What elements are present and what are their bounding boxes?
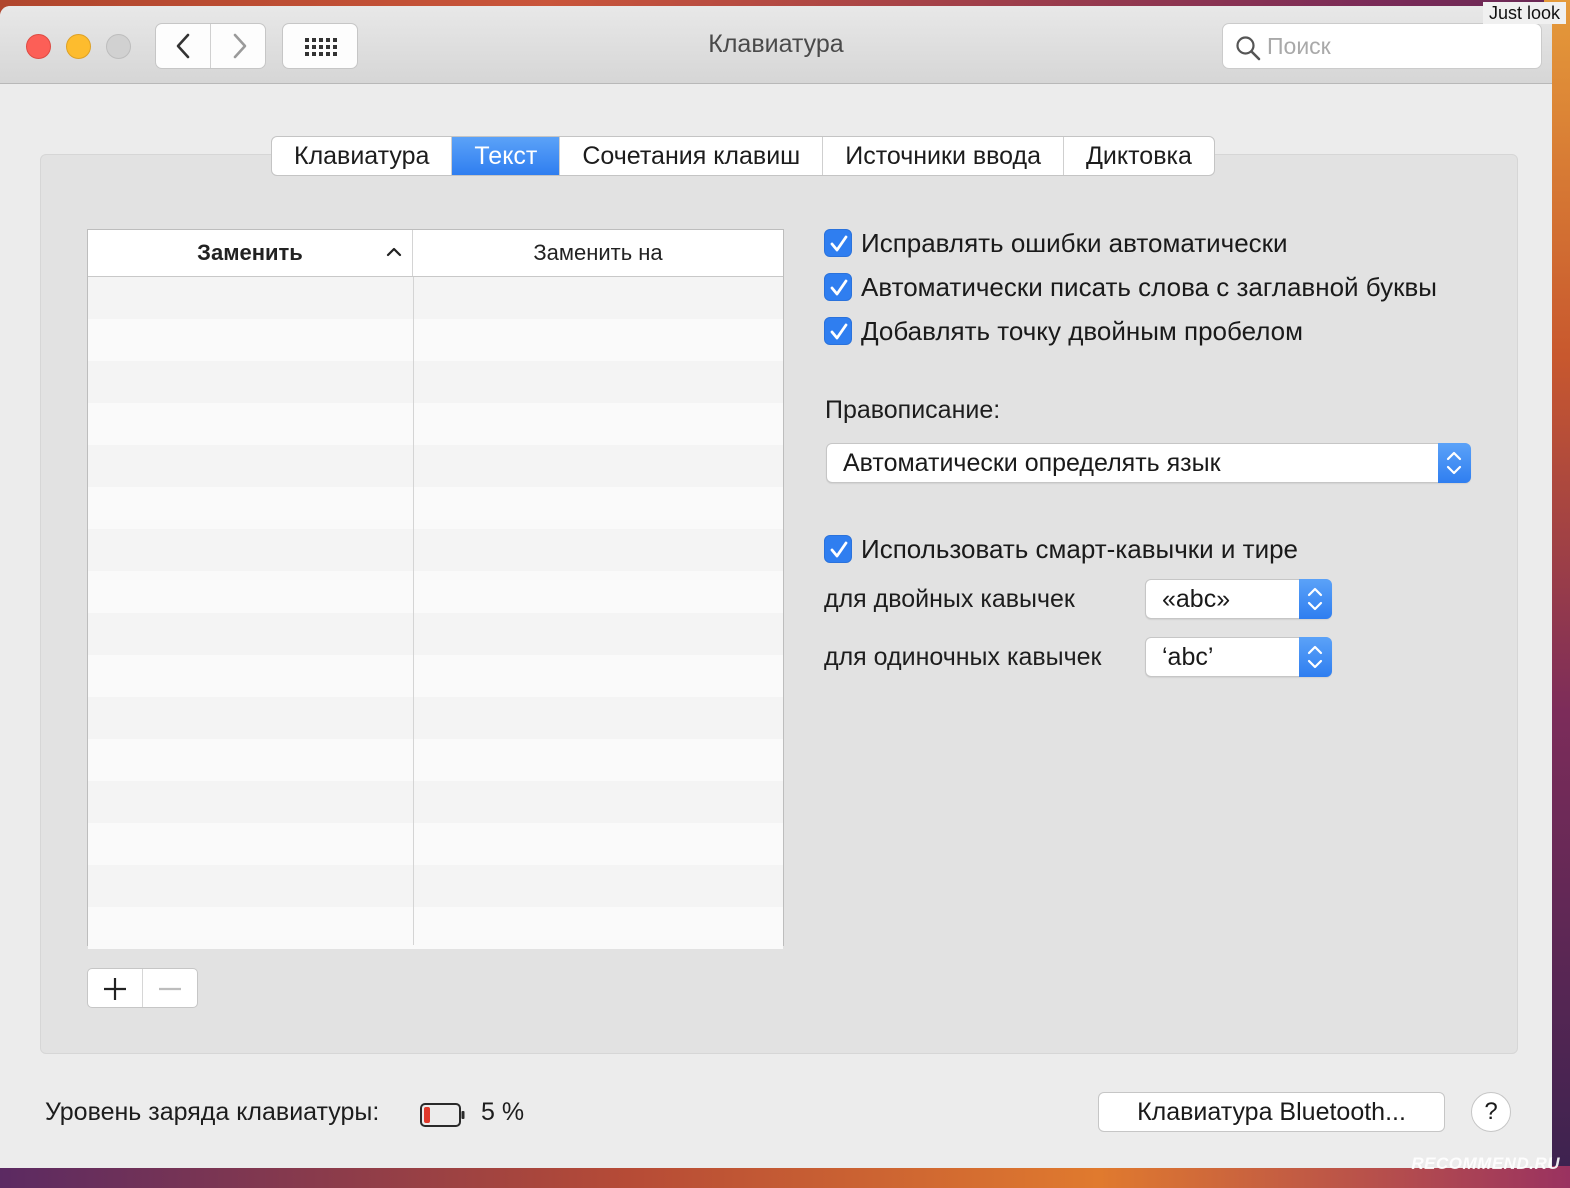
single-quotes-select[interactable]: ‘abc’ xyxy=(1145,637,1332,677)
keyboard-battery-label: Уровень заряда клавиатуры: xyxy=(45,1098,380,1126)
titlebar: Клавиатура xyxy=(0,6,1552,84)
double-space-period-label: Добавлять точку двойным пробелом xyxy=(861,315,1304,346)
minus-icon xyxy=(158,987,181,991)
plus-icon xyxy=(104,978,126,1000)
search-field[interactable] xyxy=(1222,23,1542,69)
capitalize-label: Автоматически писать слова с заглавной б… xyxy=(861,271,1437,302)
help-button[interactable]: ? xyxy=(1471,1092,1511,1132)
tab-bar: Клавиатура Текст Сочетания клавиш Источн… xyxy=(271,136,1215,176)
checkmark-icon xyxy=(830,323,848,340)
table-row xyxy=(88,361,783,403)
capitalize-option[interactable]: Автоматически писать слова с заглавной б… xyxy=(824,271,1437,303)
table-row xyxy=(88,613,783,655)
table-row xyxy=(88,571,783,613)
table-row xyxy=(88,403,783,445)
capitalize-checkbox[interactable] xyxy=(824,273,852,301)
tab-shortcuts[interactable]: Сочетания клавиш xyxy=(560,137,824,175)
column-header-replace-with[interactable]: Заменить на xyxy=(413,230,783,276)
checkmark-icon xyxy=(830,235,848,252)
tab-keyboard[interactable]: Клавиатура xyxy=(272,137,453,175)
autocorrect-checkbox[interactable] xyxy=(824,229,852,257)
up-down-arrows-icon xyxy=(1446,451,1462,475)
column-header-replace[interactable]: Заменить xyxy=(88,230,413,276)
double-quotes-value: «abc» xyxy=(1162,585,1231,613)
tab-dictation[interactable]: Диктовка xyxy=(1064,137,1214,175)
double-quotes-label: для двойных кавычек xyxy=(824,585,1075,613)
spelling-language-value: Автоматически определять язык xyxy=(843,449,1221,477)
add-remove-control xyxy=(87,968,198,1008)
smart-quotes-checkbox[interactable] xyxy=(824,535,852,563)
table-row xyxy=(88,277,783,319)
single-quotes-value: ‘abc’ xyxy=(1162,643,1214,671)
add-replacement-button[interactable] xyxy=(88,969,143,1007)
up-down-arrows-icon xyxy=(1307,587,1323,611)
up-down-arrows-icon xyxy=(1307,645,1323,669)
table-row xyxy=(88,529,783,571)
tab-text[interactable]: Текст xyxy=(452,137,561,175)
column-header-replace-with-label: Заменить на xyxy=(533,240,663,265)
table-row xyxy=(88,865,783,907)
set-up-bluetooth-keyboard-button[interactable]: Клавиатура Bluetooth... xyxy=(1098,1092,1445,1132)
overlay-caption: Just look xyxy=(1482,2,1566,24)
table-row xyxy=(88,739,783,781)
autocorrect-label: Исправлять ошибки автоматически xyxy=(861,227,1288,258)
smart-quotes-label: Использовать смарт-кавычки и тире xyxy=(861,533,1299,564)
checkmark-icon xyxy=(830,279,848,296)
spelling-label: Правописание: xyxy=(825,396,1001,424)
table-row xyxy=(88,445,783,487)
table-row xyxy=(88,655,783,697)
battery-low-icon xyxy=(420,1103,465,1127)
search-input[interactable] xyxy=(1267,30,1527,62)
system-preferences-window: Клавиатура Клавиатура Текст Сочетания кл… xyxy=(0,6,1552,1168)
double-quotes-stepper xyxy=(1299,579,1332,619)
table-row xyxy=(88,823,783,865)
double-quotes-select[interactable]: «abc» xyxy=(1145,579,1332,619)
keyboard-battery-value: 5 % xyxy=(481,1098,525,1126)
spelling-language-select[interactable]: Автоматически определять язык xyxy=(826,443,1471,483)
table-row xyxy=(88,907,783,949)
table-body[interactable] xyxy=(88,277,783,949)
remove-replacement-button[interactable] xyxy=(143,969,198,1007)
text-replacement-table[interactable]: Заменить Заменить на xyxy=(87,229,784,949)
column-divider xyxy=(413,277,414,945)
checkmark-icon xyxy=(830,541,848,558)
smart-quotes-option[interactable]: Использовать смарт-кавычки и тире xyxy=(824,533,1298,565)
watermark-logo: RECOMMEND.RU xyxy=(1411,1154,1560,1173)
table-header: Заменить Заменить на xyxy=(88,230,783,277)
battery-fill xyxy=(424,1107,430,1123)
double-space-period-option[interactable]: Добавлять точку двойным пробелом xyxy=(824,315,1303,347)
single-quotes-label: для одиночных кавычек xyxy=(824,643,1102,671)
tab-input-sources[interactable]: Источники ввода xyxy=(823,137,1064,175)
column-header-replace-label: Заменить xyxy=(197,240,303,265)
table-row xyxy=(88,781,783,823)
table-row xyxy=(88,319,783,361)
desktop-wallpaper-bottom xyxy=(0,1166,1570,1188)
spelling-language-stepper xyxy=(1438,443,1471,483)
search-icon xyxy=(1236,36,1261,61)
sort-ascending-icon xyxy=(386,247,402,257)
autocorrect-option[interactable]: Исправлять ошибки автоматически xyxy=(824,227,1288,259)
double-space-period-checkbox[interactable] xyxy=(824,317,852,345)
single-quotes-stepper xyxy=(1299,637,1332,677)
table-row xyxy=(88,487,783,529)
table-row xyxy=(88,697,783,739)
